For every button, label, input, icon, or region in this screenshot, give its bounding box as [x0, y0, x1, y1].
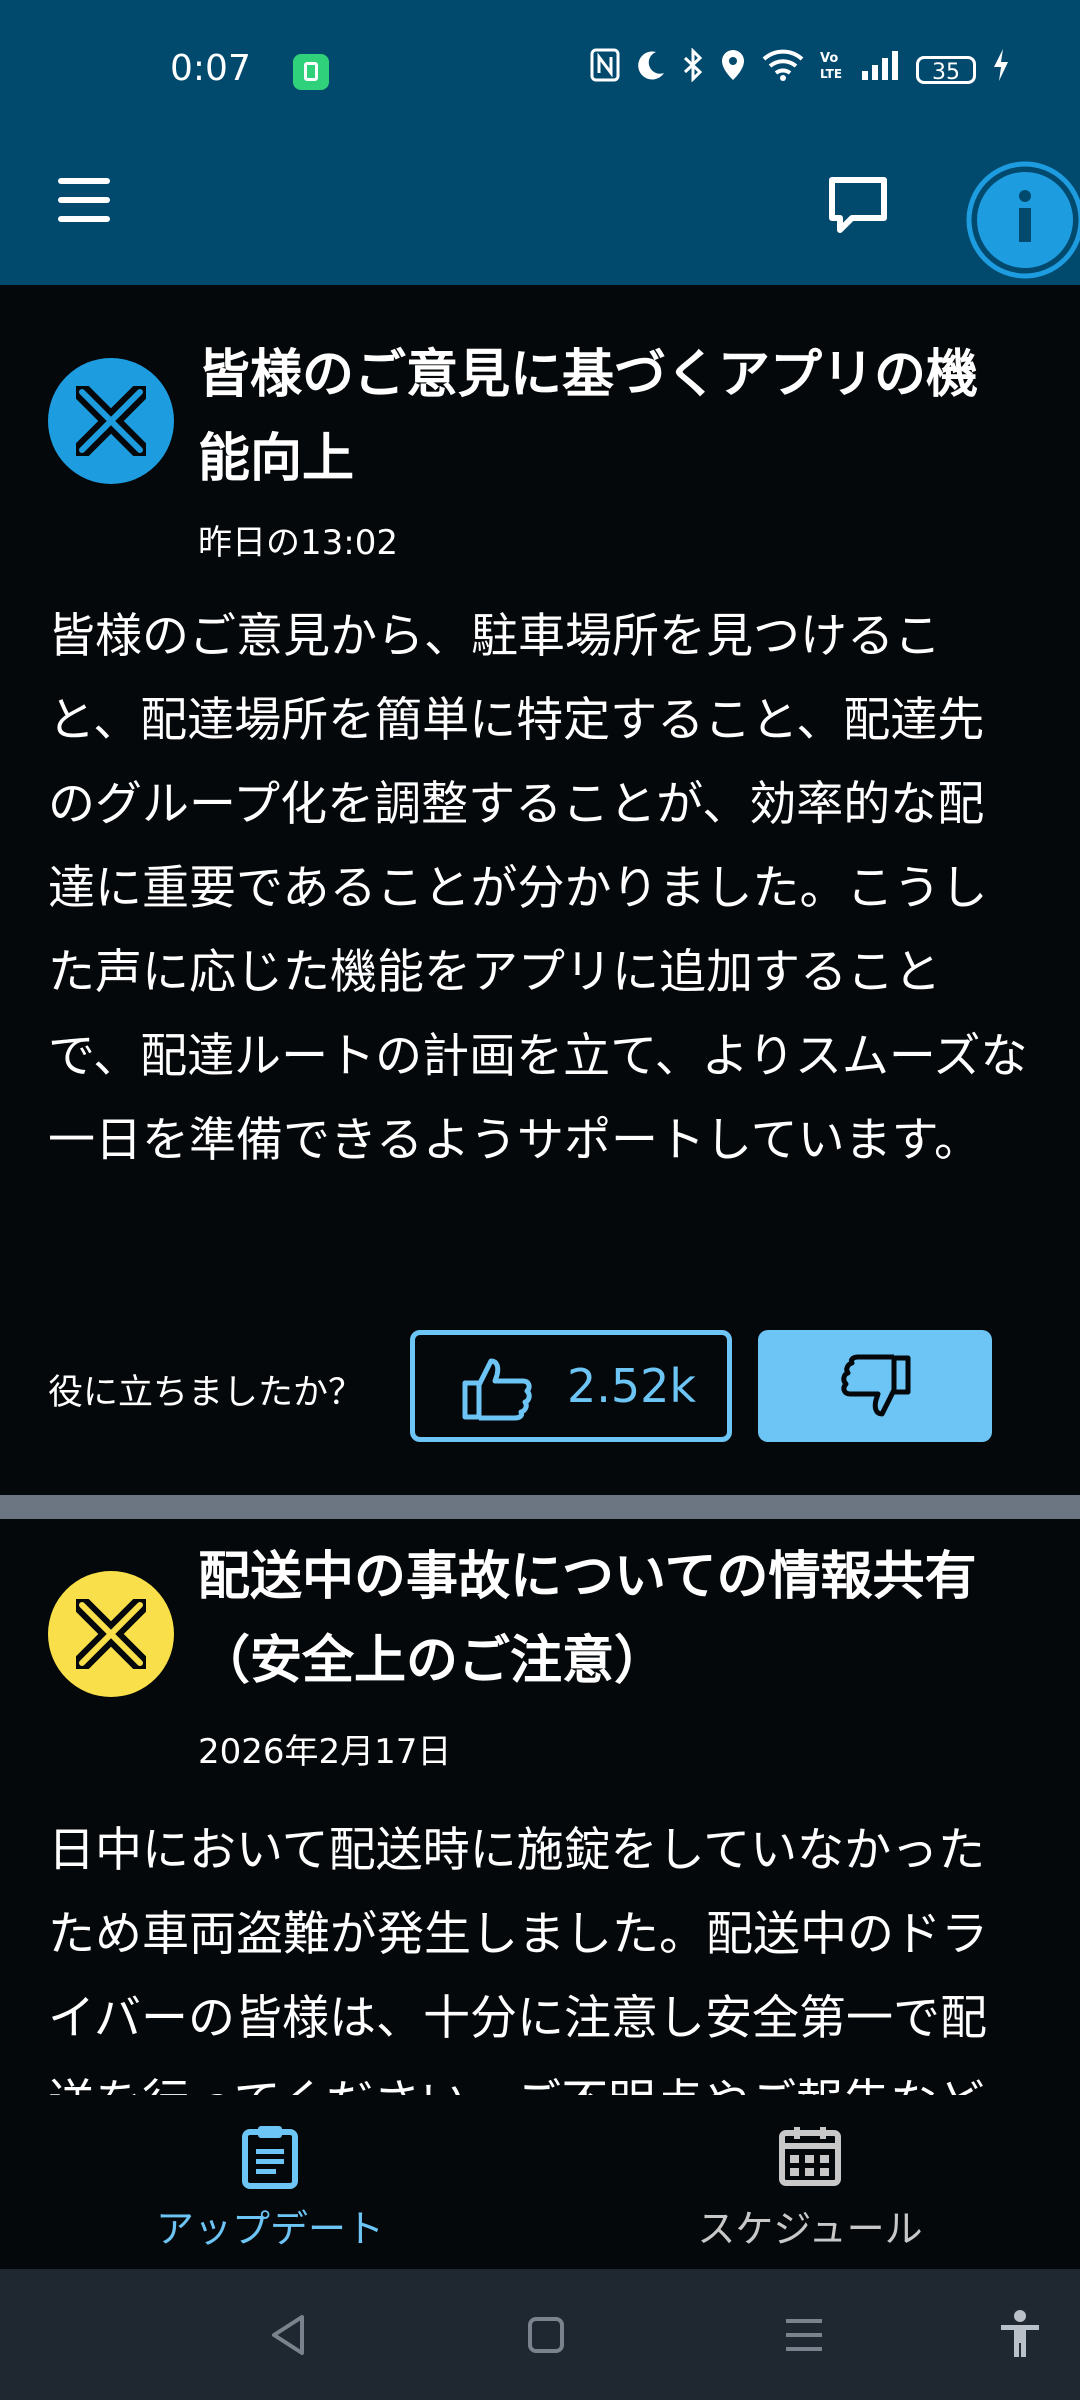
wifi-icon [762, 49, 804, 90]
status-time: 0:07 [170, 48, 251, 89]
post-title: 配送中の事故についての情報共有（安全上のご注意） [198, 1547, 977, 1691]
home-icon[interactable] [526, 2315, 566, 2355]
post-date: 2026年2月17日 [198, 1732, 452, 1772]
signal-icon [860, 49, 900, 90]
tab-updates[interactable]: アップデート [0, 2095, 540, 2269]
update-card[interactable]: 皆様のご意見に基づくアプリの機能向上 昨日の13:02 皆様のご意見から、駐車場… [0, 285, 1080, 1495]
app-notification-icon [293, 54, 329, 90]
clipboard-icon [242, 2126, 298, 2189]
thumbs-down-icon [841, 1354, 911, 1417]
menu-icon[interactable] [58, 178, 110, 222]
post-body: 日中において配送時に施錠をしていなかったため車両盗難が発生しました。配送中のドラ… [48, 1823, 988, 2095]
update-card[interactable]: 配送中の事故についての情報共有（安全上のご注意） 2026年2月17日 日中にお… [0, 1519, 1080, 2095]
svg-text:LTE: LTE [820, 67, 842, 81]
charging-icon [992, 48, 1010, 91]
status-bar: 0:07 Vo LTE 35 [0, 0, 1080, 140]
thumbs-up-icon [462, 1358, 532, 1421]
status-icons: Vo LTE 35 [590, 47, 1010, 91]
tab-updates-label: アップデート [155, 2207, 384, 2251]
volte-icon: Vo LTE [820, 48, 844, 91]
location-icon [720, 48, 746, 91]
back-icon[interactable] [268, 2313, 308, 2357]
app-bar [0, 140, 1080, 285]
bottom-navigation: アップデート スケジュール [0, 2095, 1080, 2269]
info-icon[interactable] [965, 160, 1080, 280]
post-avatar-icon [48, 358, 174, 484]
bluetooth-icon [682, 47, 704, 91]
recents-icon[interactable] [784, 2317, 824, 2353]
battery-indicator: 35 [916, 55, 976, 85]
calendar-icon [779, 2127, 841, 2186]
post-body: 皆様のご意見から、駐車場所を見つけること、配達場所を簡単に特定すること、配達先の… [48, 609, 1028, 1168]
dislike-button[interactable] [758, 1330, 992, 1442]
tab-schedule[interactable]: スケジュール [540, 2095, 1080, 2269]
moon-icon [636, 49, 666, 90]
feedback-label: 役に立ちましたか？ [48, 1373, 364, 1413]
card-divider [0, 1495, 1080, 1519]
post-title: 皆様のご意見に基づくアプリの機能向上 [198, 345, 979, 489]
svg-text:Vo: Vo [820, 51, 838, 66]
post-avatar-icon [48, 1571, 174, 1697]
like-count: 2.52k [567, 1359, 697, 1413]
system-navigation-bar [0, 2269, 1080, 2400]
tab-schedule-label: スケジュール [697, 2207, 923, 2251]
accessibility-icon[interactable] [998, 2309, 1042, 2361]
nfc-icon [590, 48, 620, 91]
chat-icon[interactable] [826, 174, 890, 238]
post-date: 昨日の13:02 [198, 523, 398, 563]
like-button[interactable]: 2.52k [410, 1330, 732, 1442]
